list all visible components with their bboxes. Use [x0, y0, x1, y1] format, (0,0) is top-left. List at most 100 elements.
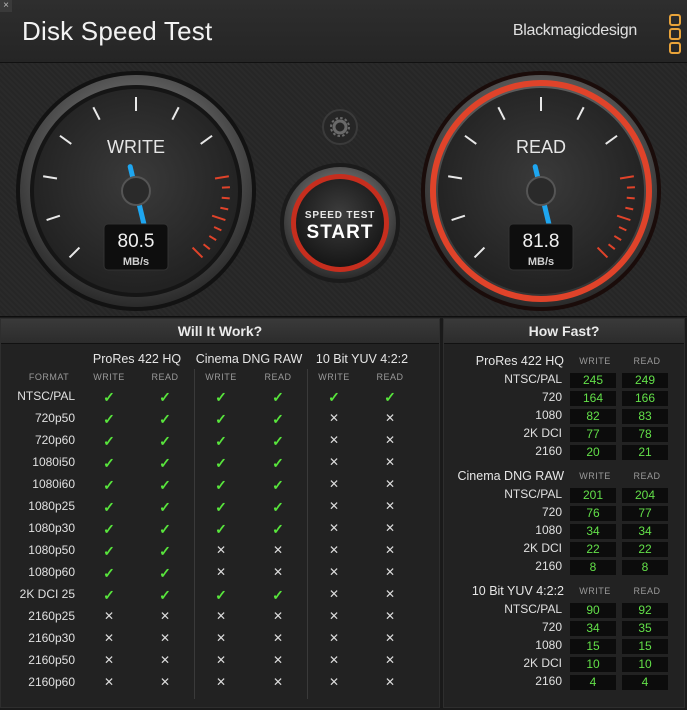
speed-row-label: NTSC/PAL — [504, 602, 562, 616]
format-row-label: 720p50 — [34, 411, 75, 425]
check-icon: ✓ — [159, 521, 171, 537]
check-icon: ✓ — [103, 521, 115, 537]
settings-gear-icon[interactable] — [322, 109, 358, 145]
cross-icon: ✕ — [384, 455, 396, 469]
write-speed-value: 164 — [570, 391, 616, 406]
cross-icon: ✕ — [215, 653, 227, 667]
speed-row-label: 2K DCI — [523, 656, 562, 670]
result-column-header: READ — [376, 372, 404, 382]
check-icon: ✓ — [215, 455, 227, 471]
check-icon: ✓ — [272, 587, 284, 603]
write-speed-value: 34 — [570, 621, 616, 636]
read-speed-value: 22 — [622, 542, 668, 557]
write-speed-value: 15 — [570, 639, 616, 654]
speed-row-label: 2160 — [535, 674, 562, 688]
cross-icon: ✕ — [272, 675, 284, 689]
format-group-header: ProRes 422 HQ — [92, 352, 182, 366]
format-group-header: 10 Bit YUV 4:2:2 — [315, 352, 409, 366]
check-icon: ✓ — [159, 389, 171, 405]
read-speed-value: 34 — [622, 524, 668, 539]
write-speed-value: 201 — [570, 488, 616, 503]
cross-icon: ✕ — [328, 499, 340, 513]
cross-icon: ✕ — [272, 543, 284, 557]
cross-icon: ✕ — [272, 609, 284, 623]
cross-icon: ✕ — [103, 609, 115, 623]
format-row-label: 1080i60 — [32, 477, 75, 491]
read-speed-value: 78 — [622, 427, 668, 442]
format-row-label: 1080i50 — [32, 455, 75, 469]
speed-row-label: 2160 — [535, 559, 562, 573]
speed-row-label: 1080 — [535, 408, 562, 422]
start-button[interactable]: SPEED TEST START — [280, 163, 400, 283]
check-icon: ✓ — [272, 389, 284, 405]
write-speed-value: 20 — [570, 445, 616, 460]
write-speed-value: 90 — [570, 603, 616, 618]
cross-icon: ✕ — [384, 477, 396, 491]
check-icon: ✓ — [103, 455, 115, 471]
format-row-label: 2160p50 — [28, 653, 75, 667]
speed-row-label: NTSC/PAL — [504, 487, 562, 501]
speed-row-label: NTSC/PAL — [504, 372, 562, 386]
read-speed-value: 4 — [622, 675, 668, 690]
format-row-label: 1080p50 — [28, 543, 75, 557]
start-button-caption: SPEED TEST — [305, 210, 375, 221]
format-row-label: 2160p30 — [28, 631, 75, 645]
read-value: 81.8 — [523, 231, 560, 252]
format-row-label: 1080p25 — [28, 499, 75, 513]
will-it-work-title: Will It Work? — [1, 319, 439, 344]
speed-row-label: 720 — [541, 390, 562, 404]
close-icon[interactable]: × — [0, 0, 12, 12]
check-icon: ✓ — [384, 389, 396, 405]
gauge-minor-tick — [626, 196, 635, 200]
cross-icon: ✕ — [215, 631, 227, 645]
check-icon: ✓ — [103, 587, 115, 603]
speed-row-label: 2160 — [535, 444, 562, 458]
check-icon: ✓ — [159, 565, 171, 581]
cross-icon: ✕ — [328, 565, 340, 579]
format-column-header: FORMAT — [28, 372, 70, 382]
speed-write-header: WRITE — [579, 356, 611, 366]
check-icon: ✓ — [159, 543, 171, 559]
cross-icon: ✕ — [384, 653, 396, 667]
result-column-header: WRITE — [93, 372, 125, 382]
cross-icon: ✕ — [215, 565, 227, 579]
check-icon: ✓ — [215, 477, 227, 493]
cross-icon: ✕ — [328, 521, 340, 535]
cross-icon: ✕ — [328, 477, 340, 491]
gauge-minor-tick — [221, 196, 230, 200]
format-group-header: Cinema DNG RAW — [195, 352, 303, 366]
speed-row-label: 720 — [541, 620, 562, 634]
result-column-header: WRITE — [205, 372, 237, 382]
write-speed-value: 245 — [570, 373, 616, 388]
result-column-header: WRITE — [318, 372, 350, 382]
check-icon: ✓ — [215, 521, 227, 537]
cross-icon: ✕ — [328, 433, 340, 447]
cross-icon: ✕ — [103, 653, 115, 667]
write-gauge: WRITE 80.5 MB/s — [16, 71, 256, 311]
format-row-label: 1080p60 — [28, 565, 75, 579]
check-icon: ✓ — [215, 499, 227, 515]
cross-icon: ✕ — [272, 565, 284, 579]
cross-icon: ✕ — [384, 631, 396, 645]
check-icon: ✓ — [103, 565, 115, 581]
cross-icon: ✕ — [103, 675, 115, 689]
how-fast-title: How Fast? — [444, 319, 684, 344]
cross-icon: ✕ — [215, 609, 227, 623]
speed-row-label: 720 — [541, 505, 562, 519]
cross-icon: ✕ — [384, 675, 396, 689]
read-gauge-label: READ — [516, 137, 566, 157]
cross-icon: ✕ — [328, 653, 340, 667]
check-icon: ✓ — [272, 477, 284, 493]
check-icon: ✓ — [103, 499, 115, 515]
cross-icon: ✕ — [328, 631, 340, 645]
result-column-header: READ — [151, 372, 179, 382]
cross-icon: ✕ — [384, 609, 396, 623]
write-speed-value: 77 — [570, 427, 616, 442]
cross-icon: ✕ — [328, 587, 340, 601]
cross-icon: ✕ — [328, 609, 340, 623]
check-icon: ✓ — [103, 411, 115, 427]
gauge-panel: WRITE 80.5 MB/s READ 81.8 MB/s SPEED TES… — [0, 63, 687, 317]
cross-icon: ✕ — [384, 565, 396, 579]
cross-icon: ✕ — [328, 543, 340, 557]
speed-row-label: 1080 — [535, 523, 562, 537]
